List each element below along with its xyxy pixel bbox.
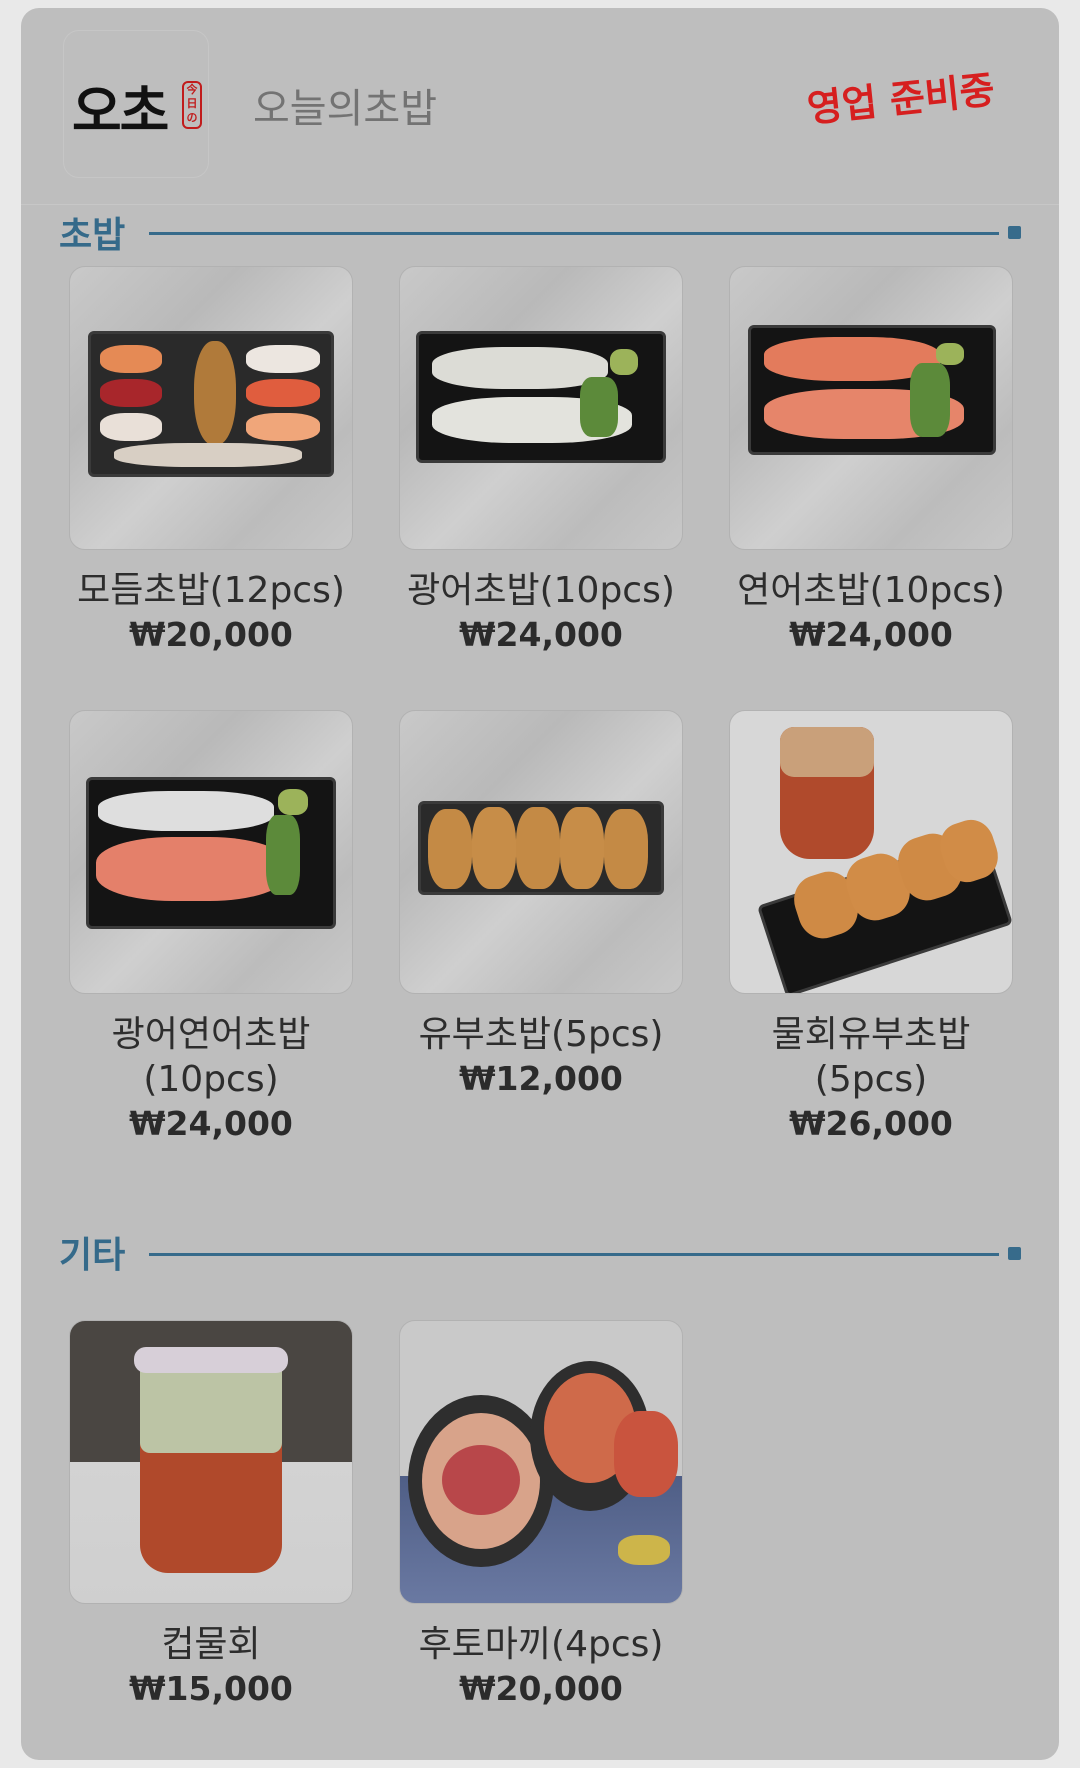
store-name: 오늘의초밥 <box>253 86 437 132</box>
store-logo: 오초 今日の <box>63 30 209 178</box>
section-title-sushi: 초밥 <box>59 215 126 256</box>
menu-item-name: 물회유부초밥 (5pcs) <box>726 1012 1016 1102</box>
menu-item-image <box>69 1320 353 1604</box>
menu-item-futomaki[interactable]: 후토마끼(4pcs) ₩20,000 <box>396 1320 686 1711</box>
logo-text: 오초 <box>72 80 169 143</box>
logo-seal: 今日の <box>182 81 202 129</box>
menu-item-salmon-sushi[interactable]: 연어초밥(10pcs) ₩24,000 <box>726 266 1016 657</box>
menu-item-image <box>729 266 1013 550</box>
menu-item-price: ₩12,000 <box>459 1059 623 1098</box>
section-divider <box>149 1253 999 1256</box>
section-marker <box>1008 1247 1021 1260</box>
menu-item-assorted-sushi[interactable]: 모듬초밥(12pcs) ₩20,000 <box>66 266 356 657</box>
menu-item-price: ₩26,000 <box>789 1104 953 1143</box>
menu-item-price: ₩20,000 <box>459 1669 623 1708</box>
menu-item-name: 광어초밥(10pcs) <box>407 570 675 611</box>
menu-item-mulhoe-inari-sushi[interactable]: 물회유부초밥 (5pcs) ₩26,000 <box>726 710 1016 1146</box>
menu-item-name-line1: 물회유부초밥 <box>771 1014 971 1055</box>
menu-item-name: 모듬초밥(12pcs) <box>77 570 345 611</box>
menu-item-name-line2: (10pcs) <box>143 1059 279 1100</box>
menu-item-price: ₩24,000 <box>789 615 953 654</box>
menu-item-name: 유부초밥(5pcs) <box>418 1014 664 1055</box>
menu-item-price: ₩24,000 <box>459 615 623 654</box>
menu-item-name: 광어연어초밥 (10pcs) <box>66 1012 356 1102</box>
menu-item-name-line2: (5pcs) <box>814 1059 928 1100</box>
section-marker <box>1008 226 1021 239</box>
menu-item-price: ₩24,000 <box>129 1104 293 1143</box>
section-divider <box>149 232 999 235</box>
store-header: 오초 今日の 오늘의초밥 영업 준비중 <box>21 8 1059 205</box>
menu-item-name-line1: 광어연어초밥 <box>111 1014 311 1055</box>
menu-item-flatfish-salmon-sushi[interactable]: 광어연어초밥 (10pcs) ₩24,000 <box>66 710 356 1146</box>
menu-item-image <box>729 710 1013 994</box>
menu-item-inari-sushi[interactable]: 유부초밥(5pcs) ₩12,000 <box>396 710 686 1101</box>
menu-item-price: ₩15,000 <box>129 1669 293 1708</box>
menu-item-name: 연어초밥(10pcs) <box>737 570 1005 611</box>
menu-item-image <box>399 710 683 994</box>
section-title-others: 기타 <box>59 1235 126 1276</box>
menu-panel: 오초 今日の 오늘의초밥 영업 준비중 초밥 모듬초밥(12pcs) ₩20,0… <box>21 8 1059 1760</box>
menu-item-cup-mulhoe[interactable]: 컵물회 ₩15,000 <box>66 1320 356 1711</box>
status-badge: 영업 준비중 <box>805 67 997 131</box>
menu-item-image <box>69 710 353 994</box>
menu-item-price: ₩20,000 <box>129 615 293 654</box>
menu-item-image <box>399 266 683 550</box>
menu-item-flatfish-sushi[interactable]: 광어초밥(10pcs) ₩24,000 <box>396 266 686 657</box>
menu-item-name: 후토마끼(4pcs) <box>418 1624 664 1665</box>
menu-item-name: 컵물회 <box>161 1624 261 1665</box>
menu-item-image <box>69 266 353 550</box>
menu-item-image <box>399 1320 683 1604</box>
